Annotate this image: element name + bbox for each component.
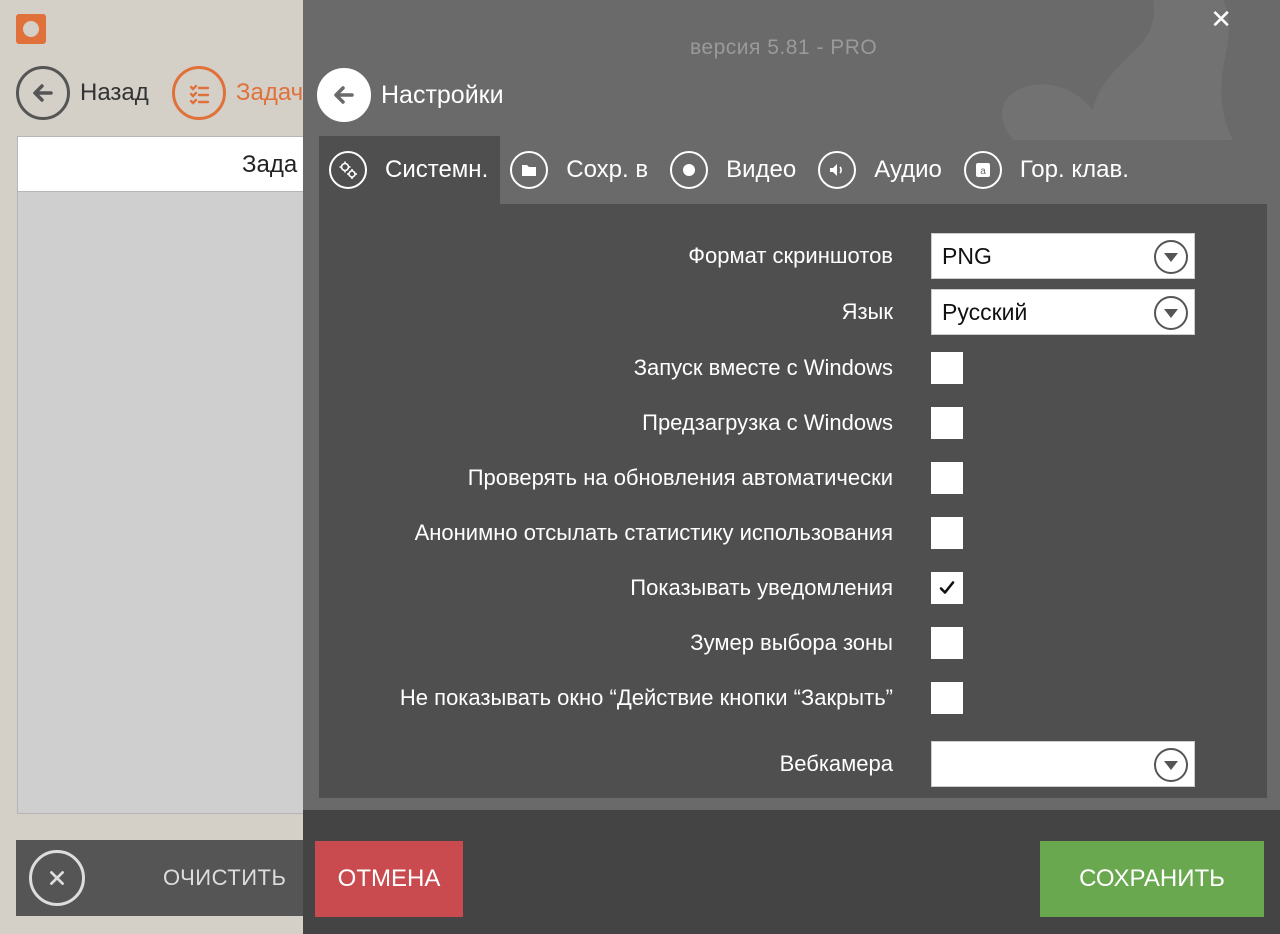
tab-video-label: Видео bbox=[726, 156, 797, 183]
tab-audio-label: Аудио bbox=[874, 156, 942, 183]
bg-tasks-button[interactable]: Задач bbox=[172, 66, 303, 120]
bg-back-label: Назад bbox=[80, 79, 149, 106]
bg-bottom-bar: ОЧИСТИТЬ bbox=[16, 840, 316, 916]
anonymous-stats-checkbox[interactable] bbox=[931, 517, 963, 549]
bg-tasks-label: Задач bbox=[236, 79, 304, 106]
language-label: Язык bbox=[841, 299, 893, 324]
version-label: версия 5.81 - PRO bbox=[690, 36, 878, 59]
speaker-icon bbox=[818, 151, 857, 189]
language-value: Русский bbox=[942, 298, 1028, 325]
cancel-button[interactable]: ОТМЕНА bbox=[315, 841, 463, 917]
zone-zoomer-checkbox[interactable] bbox=[931, 627, 963, 659]
chevron-down-icon bbox=[1154, 240, 1188, 274]
save-button[interactable]: СОХРАНИТЬ bbox=[1040, 841, 1264, 917]
task-list-icon bbox=[172, 66, 226, 120]
system-settings-content: Формат скриншотов PNG Язык Русский Запус… bbox=[319, 204, 1267, 798]
preload-with-windows-row: Предзагрузка с Windows bbox=[319, 399, 1267, 447]
zone-zoomer-row: Зумер выбора зоны bbox=[319, 619, 1267, 667]
chevron-down-icon bbox=[1154, 296, 1188, 330]
language-select[interactable]: Русский bbox=[931, 289, 1195, 335]
webcam-label: Вебкамера bbox=[779, 751, 893, 776]
bg-back-button[interactable]: Назад bbox=[16, 66, 149, 120]
checkmark-icon bbox=[939, 581, 955, 594]
hotkey-icon: a bbox=[963, 151, 1002, 189]
zone-zoomer-label: Зумер выбора зоны bbox=[690, 630, 893, 655]
bg-table-header: Зада bbox=[18, 137, 306, 192]
tab-system-label: Системн. bbox=[385, 156, 489, 183]
hide-close-dialog-row: Не показывать окно “Действие кнопки “Зак… bbox=[319, 674, 1267, 722]
tab-hotkeys-label: Гор. клав. bbox=[1019, 156, 1129, 183]
auto-update-checkbox[interactable] bbox=[931, 462, 963, 494]
show-notifications-label: Показывать уведомления bbox=[630, 575, 893, 600]
start-with-windows-row: Запуск вместе с Windows bbox=[319, 344, 1267, 392]
hide-close-dialog-label: Не показывать окно “Действие кнопки “Зак… bbox=[399, 685, 893, 710]
bg-task-table: Зада bbox=[17, 136, 307, 814]
page-title: Настройки bbox=[381, 80, 504, 109]
screenshot-format-label: Формат скриншотов bbox=[688, 243, 893, 268]
hide-close-dialog-checkbox[interactable] bbox=[931, 682, 963, 714]
start-with-windows-checkbox[interactable] bbox=[931, 352, 963, 384]
panel-footer: ОТМЕНА СОХРАНИТЬ bbox=[303, 810, 1280, 934]
settings-panel: ✕ версия 5.81 - PRO Настройки Системн. С… bbox=[303, 0, 1280, 934]
gears-icon bbox=[329, 151, 367, 189]
show-notifications-checkbox[interactable] bbox=[931, 572, 963, 604]
preload-with-windows-checkbox[interactable] bbox=[931, 407, 963, 439]
tab-audio[interactable]: Аудио bbox=[808, 136, 954, 204]
tab-save-to[interactable]: Сохр. в bbox=[500, 136, 660, 204]
app-logo-icon bbox=[16, 14, 46, 44]
screenshot-format-row: Формат скриншотов PNG bbox=[319, 232, 1267, 280]
webcam-row: Вебкамера bbox=[319, 740, 1267, 788]
tab-hotkeys[interactable]: a Гор. клав. bbox=[954, 136, 1141, 204]
auto-update-row: Проверять на обновления автоматически bbox=[319, 454, 1267, 502]
webcam-select[interactable] bbox=[931, 741, 1195, 787]
tab-video[interactable]: Видео bbox=[660, 136, 808, 204]
settings-tabs: Системн. Сохр. в Видео Аудио a Гор. клав… bbox=[319, 136, 1141, 204]
auto-update-label: Проверять на обновления автоматически bbox=[467, 465, 893, 490]
start-with-windows-label: Запуск вместе с Windows bbox=[633, 355, 893, 380]
preload-with-windows-label: Предзагрузка с Windows bbox=[642, 410, 893, 435]
show-notifications-row: Показывать уведомления bbox=[319, 564, 1267, 612]
clear-icon[interactable] bbox=[29, 850, 85, 906]
clear-button[interactable]: ОЧИСТИТЬ bbox=[163, 865, 286, 891]
svg-text:a: a bbox=[980, 166, 986, 177]
anonymous-stats-row: Анонимно отсылать статистику использован… bbox=[319, 509, 1267, 557]
chevron-down-icon bbox=[1154, 748, 1188, 782]
settings-back-button[interactable]: Настройки bbox=[317, 68, 504, 122]
record-icon bbox=[670, 151, 709, 189]
arrow-left-icon bbox=[317, 68, 371, 122]
arrow-left-icon bbox=[16, 66, 70, 120]
anonymous-stats-label: Анонимно отсылать статистику использован… bbox=[414, 520, 893, 545]
screenshot-format-select[interactable]: PNG bbox=[931, 233, 1195, 279]
folder-icon bbox=[510, 151, 549, 189]
language-row: Язык Русский bbox=[319, 288, 1267, 336]
tab-system[interactable]: Системн. bbox=[319, 136, 501, 204]
close-button[interactable]: ✕ bbox=[1210, 6, 1232, 32]
tab-save-to-label: Сохр. в bbox=[566, 156, 649, 183]
screenshot-format-value: PNG bbox=[942, 242, 992, 269]
